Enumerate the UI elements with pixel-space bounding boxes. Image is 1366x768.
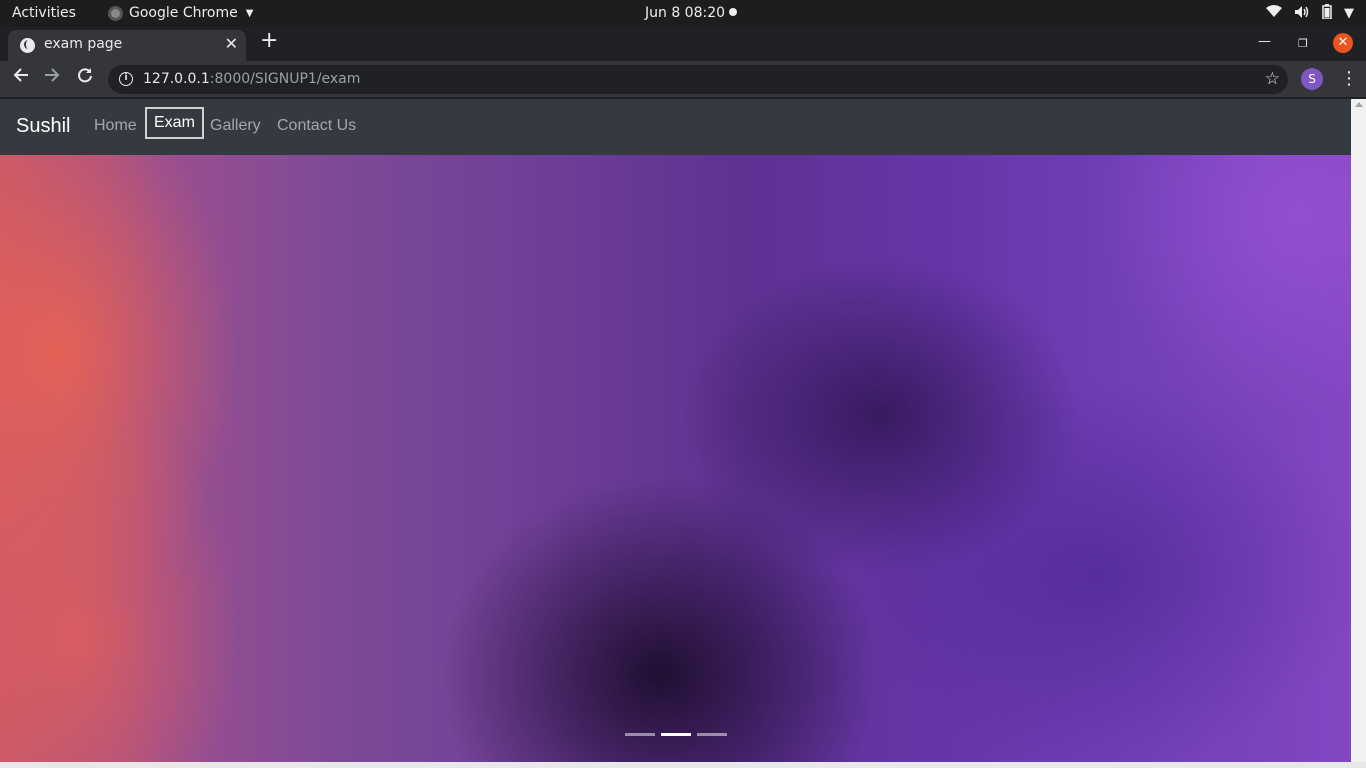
- nav-link-contact-us[interactable]: Contact Us: [277, 117, 356, 135]
- url-text[interactable]: 127.0.0.1:8000/SIGNUP1/exam: [143, 71, 360, 87]
- bookmark-star-icon[interactable]: ☆: [1265, 69, 1280, 89]
- minimize-button[interactable]: —: [1258, 34, 1271, 49]
- url-path: :8000/SIGNUP1/exam: [209, 71, 361, 87]
- carousel-indicator-1[interactable]: [625, 733, 655, 736]
- chrome-icon: [108, 5, 123, 21]
- app-name: Google Chrome: [129, 5, 238, 21]
- app-menu[interactable]: Google Chrome ▼: [108, 5, 253, 21]
- reload-button[interactable]: [77, 67, 93, 88]
- profile-avatar[interactable]: S: [1301, 68, 1323, 90]
- new-tab-button[interactable]: +: [260, 30, 278, 52]
- clock[interactable]: Jun 8 08:20: [645, 5, 738, 21]
- close-tab-icon[interactable]: ✕: [225, 34, 238, 53]
- nav-link-exam[interactable]: Exam: [145, 107, 204, 139]
- close-window-button[interactable]: ✕: [1333, 33, 1353, 53]
- back-button[interactable]: [13, 67, 29, 88]
- system-menu-caret-icon: ▼: [1344, 6, 1354, 21]
- forward-button[interactable]: [44, 67, 60, 88]
- carousel-indicator-2[interactable]: [661, 733, 691, 736]
- scroll-up-arrow-icon[interactable]: [1355, 102, 1363, 107]
- navbar-brand[interactable]: Sushil: [16, 115, 70, 138]
- tab-exam-page[interactable]: exam page ✕: [8, 30, 246, 61]
- url-host: 127.0.0.1: [143, 71, 210, 87]
- notification-dot-icon: [729, 8, 738, 16]
- site-info-icon[interactable]: i: [119, 72, 133, 86]
- site-navbar: Sushil Home Exam Gallery Contact Us: [0, 99, 1351, 155]
- tab-strip: exam page ✕: [0, 27, 1366, 61]
- browser-toolbar: i 127.0.0.1:8000/SIGNUP1/exam ☆ S ⋮: [0, 61, 1366, 98]
- caret-down-icon: ▼: [245, 7, 254, 19]
- carousel-indicator-3[interactable]: [697, 733, 727, 736]
- wifi-icon: [1266, 5, 1282, 22]
- volume-icon: [1294, 5, 1310, 23]
- menu-kebab-icon[interactable]: ⋮: [1340, 68, 1358, 89]
- carousel-indicators: [625, 733, 727, 736]
- nav-link-home[interactable]: Home: [94, 117, 137, 135]
- activities-button[interactable]: Activities: [12, 5, 76, 21]
- restore-button[interactable]: ❐: [1298, 37, 1308, 50]
- window-bottom-edge: [0, 762, 1366, 768]
- battery-icon: [1322, 4, 1332, 23]
- clock-text: Jun 8 08:20: [645, 5, 726, 21]
- tab-title: exam page: [44, 36, 123, 52]
- address-bar[interactable]: i 127.0.0.1:8000/SIGNUP1/exam ☆: [108, 65, 1288, 94]
- page-viewport: Sushil Home Exam Gallery Contact Us: [0, 99, 1351, 762]
- page-scrollbar[interactable]: [1351, 99, 1366, 762]
- system-top-bar: Activities Google Chrome ▼ Jun 8 08:20 ▼: [0, 0, 1366, 27]
- hero-carousel[interactable]: [0, 155, 1351, 762]
- system-tray[interactable]: ▼: [1266, 4, 1354, 23]
- globe-icon: [20, 38, 35, 53]
- nav-link-gallery[interactable]: Gallery: [210, 117, 261, 135]
